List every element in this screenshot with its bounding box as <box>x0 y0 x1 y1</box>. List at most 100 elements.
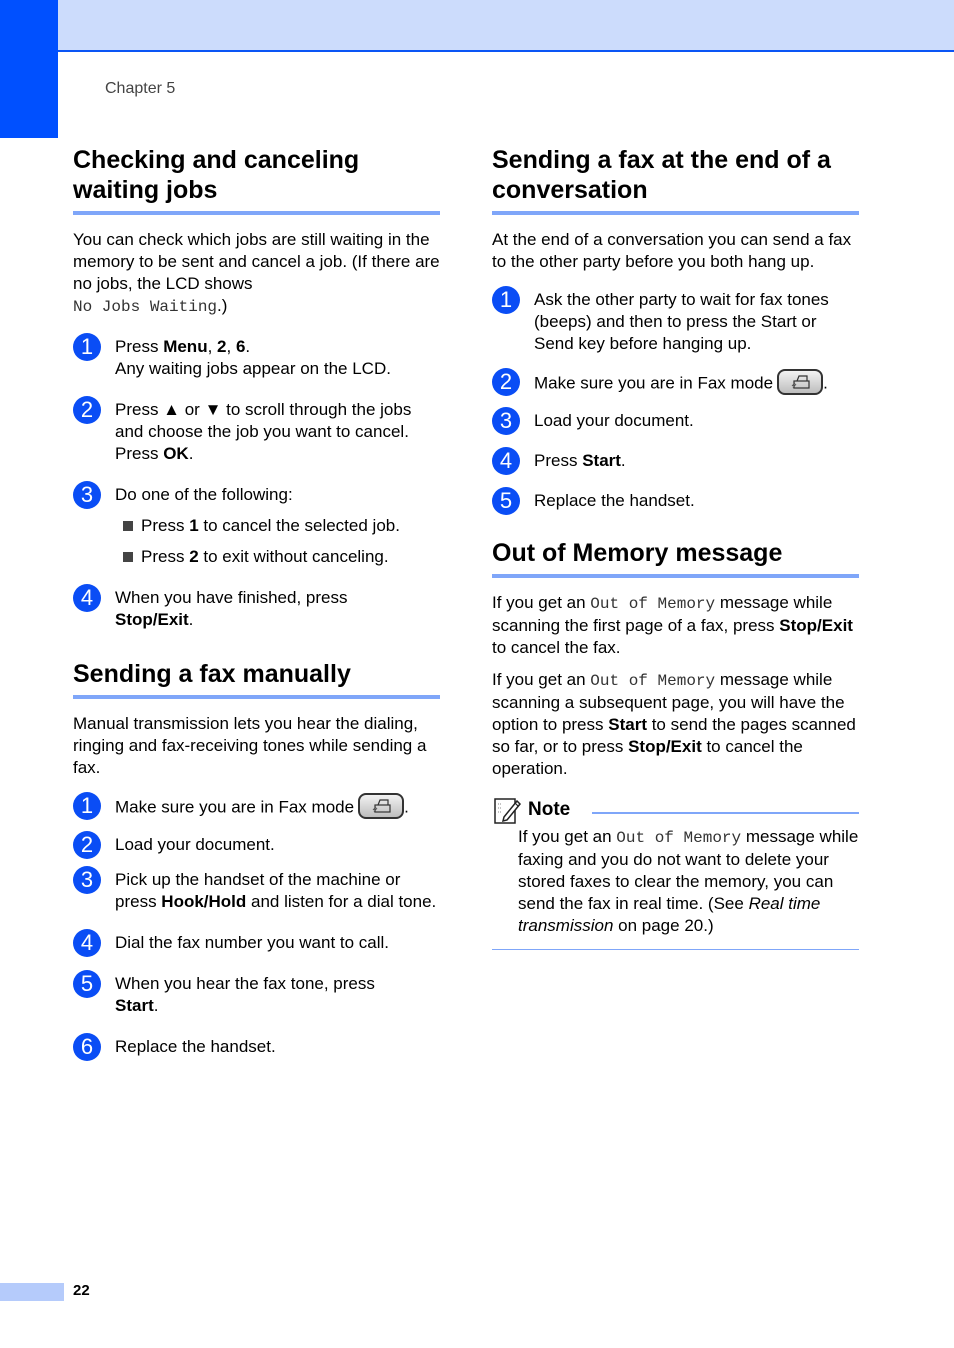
chapter-tab <box>0 0 58 138</box>
step: 5 Replace the handset. <box>492 487 859 515</box>
key-2: 2 <box>217 337 227 356</box>
step-number-badge: 3 <box>73 481 101 509</box>
text: If you get an <box>492 593 591 612</box>
step: 4 Press Start. <box>492 447 859 475</box>
key-hook-hold: Hook/Hold <box>161 892 247 911</box>
step-text: Press <box>115 337 164 356</box>
square-bullet-icon <box>123 521 133 531</box>
key-stop-exit: Stop/Exit <box>628 737 702 756</box>
left-column: Checking and canceling waiting jobs You … <box>73 145 440 1077</box>
text: If you get an <box>518 827 617 846</box>
note-rule <box>592 812 859 814</box>
step: 6 Replace the handset. <box>73 1033 440 1061</box>
bullet-item: Press 2 to exit without canceling. <box>73 546 440 568</box>
sep: . <box>245 337 251 356</box>
key-6: 6 <box>235 337 246 356</box>
step: 2 Make sure you are in Fax mode. <box>492 368 859 397</box>
step: 1 Make sure you are in Fax mode. <box>73 792 440 821</box>
step: 2 Press ▲ or ▼ to scroll through the job… <box>73 396 440 465</box>
sep: . <box>823 373 828 393</box>
step-number-badge: 4 <box>73 584 101 612</box>
step-text: Any waiting jobs appear on the LCD. <box>115 359 391 378</box>
page-tab <box>0 1283 64 1301</box>
fax-mode-button-icon <box>777 369 824 395</box>
sep: . <box>188 444 194 463</box>
step-text: Replace the handset. <box>115 1037 276 1056</box>
sep: , <box>207 337 218 356</box>
step-text: Press <box>534 451 583 470</box>
step: 5 When you hear the fax tone, press Star… <box>73 970 440 1017</box>
step-number-badge: 3 <box>492 407 520 435</box>
sep: . <box>188 610 194 629</box>
step-number-badge: 2 <box>492 368 520 396</box>
right-column: Sending a fax at the end of a conversati… <box>492 145 859 950</box>
step-text: and listen for a dial tone. <box>246 892 437 911</box>
step-text: Load your document. <box>534 411 694 430</box>
intro-text: You can check which jobs are still waiti… <box>73 230 440 293</box>
step-text: Load your document. <box>115 835 275 854</box>
step: 3 Do one of the following: <box>73 481 440 509</box>
step-text: Ask the other party to wait for fax tone… <box>534 290 829 353</box>
section-title-out-of-memory: Out of Memory message <box>492 538 859 578</box>
step: 4 Dial the fax number you want to call. <box>73 929 440 957</box>
text: on page 20.) <box>613 916 714 935</box>
step: 4 When you have finished, press Stop/Exi… <box>73 584 440 631</box>
step-number-badge: 3 <box>73 866 101 894</box>
intro-end: .) <box>217 296 228 315</box>
lcd-text: Out of Memory <box>590 672 716 690</box>
step-text: Dial the fax number you want to call. <box>115 933 390 952</box>
intro-paragraph: At the end of a conversation you can sen… <box>492 230 852 271</box>
key-stop-exit: Stop/Exit <box>779 616 853 635</box>
step-number-badge: 2 <box>73 396 101 424</box>
key-start: Start <box>582 451 621 470</box>
step-text: Do one of the following: <box>115 485 293 504</box>
section-title-end-of-conversation: Sending a fax at the end of a conversati… <box>492 145 859 215</box>
lcd-text: Out of Memory <box>590 595 716 613</box>
key-start: Start <box>608 715 647 734</box>
step-text: When you have finished, press <box>115 588 348 607</box>
intro-paragraph: You can check which jobs are still waiti… <box>73 229 440 318</box>
paragraph-first-page: If you get an Out of Memory message whil… <box>492 592 859 659</box>
step-number-badge: 2 <box>73 831 101 859</box>
paragraph-subsequent-page: If you get an Out of Memory message whil… <box>492 669 859 780</box>
intro-paragraph: Manual transmission lets you hear the di… <box>73 714 427 777</box>
step: 3 Pick up the handset of the machine or … <box>73 866 440 913</box>
key-stop-exit: Stop/Exit <box>115 610 189 629</box>
step-number-badge: 4 <box>492 447 520 475</box>
step: 3 Load your document. <box>492 407 859 435</box>
step-text: Replace the handset. <box>534 491 695 510</box>
key-ok: OK <box>163 444 189 463</box>
bullet-text: to cancel the selected job. <box>198 516 400 535</box>
step-text: Make sure you are in Fax mode <box>534 373 774 393</box>
bullet-text: Press <box>141 547 190 566</box>
bullet-item: Press 1 to cancel the selected job. <box>73 515 440 537</box>
note-box: Note If you get an Out of Memory message… <box>492 794 859 950</box>
lcd-text: No Jobs Waiting <box>73 298 218 316</box>
sep: . <box>620 451 626 470</box>
section-title-checking-jobs: Checking and canceling waiting jobs <box>73 145 440 215</box>
key-menu: Menu <box>163 337 208 356</box>
step-number-badge: 1 <box>492 286 520 314</box>
section-title-sending-manually: Sending a fax manually <box>73 659 440 699</box>
step: 1 Ask the other party to wait for fax to… <box>492 286 859 355</box>
note-title: Note <box>528 799 571 820</box>
text: If you get an <box>492 670 591 689</box>
step-number-badge: 4 <box>73 929 101 957</box>
lcd-text: Out of Memory <box>616 829 742 847</box>
step: 2 Load your document. <box>73 831 440 859</box>
step-number-badge: 5 <box>492 487 520 515</box>
step-text: Make sure you are in Fax mode <box>115 797 355 817</box>
step-text: When you hear the fax tone, press <box>115 974 375 993</box>
bullet-text: Press <box>141 516 190 535</box>
sep: , <box>226 337 236 356</box>
step-number-badge: 1 <box>73 792 101 820</box>
note-pencil-icon <box>494 798 522 824</box>
sep: . <box>404 797 409 817</box>
sep: . <box>153 996 159 1015</box>
key-2: 2 <box>189 547 199 566</box>
note-body: If you get an Out of Memory message whil… <box>492 826 859 937</box>
step-text: Press ▲ or ▼ to scroll through the jobs … <box>115 400 412 463</box>
page-number: 22 <box>73 1282 90 1299</box>
key-1: 1 <box>189 516 199 535</box>
key-start: Start <box>115 996 154 1015</box>
